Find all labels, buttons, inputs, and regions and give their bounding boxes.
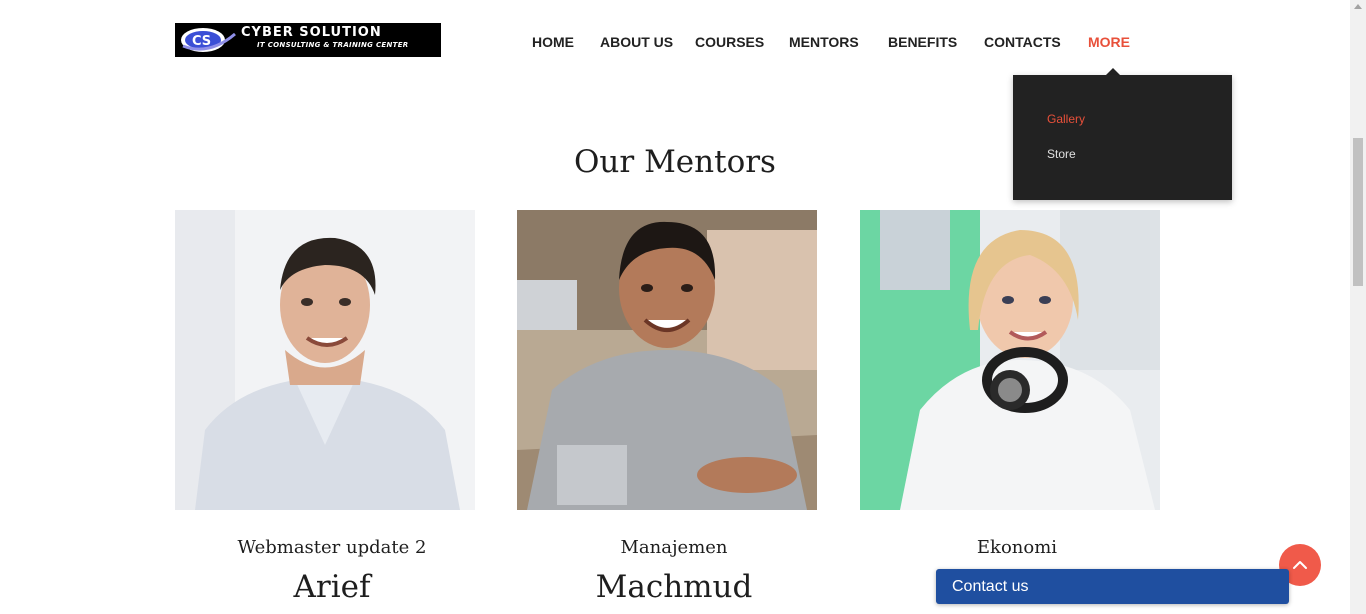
nav-contacts[interactable]: CONTACTS <box>984 34 1061 50</box>
dropdown-caret <box>1106 68 1120 75</box>
site-logo[interactable]: CS CYBER SOLUTION IT CONSULTING & TRAINI… <box>175 23 441 57</box>
logo-mark-text: CS <box>192 34 211 49</box>
nav-more[interactable]: MORE <box>1088 34 1130 50</box>
mentor-photo-1 <box>175 210 475 510</box>
mentor-role-2: Manajemen <box>620 537 728 558</box>
mentor-name-2: Machmud <box>595 569 753 605</box>
logo-subtitle: IT CONSULTING & TRAINING CENTER <box>257 41 409 49</box>
scrollbar-thumb[interactable] <box>1353 138 1363 286</box>
dropdown-item-gallery[interactable]: Gallery <box>1047 112 1085 126</box>
section-title: Our Mentors <box>574 144 776 180</box>
nav-mentors[interactable]: MENTORS <box>789 34 859 50</box>
contact-us-button[interactable]: Contact us <box>936 569 1289 604</box>
mentor-role-1: Webmaster update 2 <box>237 537 427 558</box>
nav-benefits[interactable]: BENEFITS <box>888 34 957 50</box>
mentor-name-1: Arief <box>293 569 371 605</box>
contact-us-label: Contact us <box>952 578 1029 595</box>
scroll-up-arrow-icon[interactable] <box>1354 4 1362 9</box>
mentor-photo-2 <box>517 210 817 510</box>
nav-courses[interactable]: COURSES <box>695 34 764 50</box>
nav-home[interactable]: HOME <box>532 34 574 50</box>
page-scrollbar[interactable] <box>1350 0 1366 614</box>
nav-about-us[interactable]: ABOUT US <box>600 34 673 50</box>
logo-mark-icon: CS <box>181 28 236 52</box>
logo-title: CYBER SOLUTION <box>241 25 382 40</box>
more-dropdown-menu: Gallery Store <box>1013 75 1232 200</box>
mentor-role-3: Ekonomi <box>976 537 1058 558</box>
mentor-photo-3 <box>860 210 1160 510</box>
